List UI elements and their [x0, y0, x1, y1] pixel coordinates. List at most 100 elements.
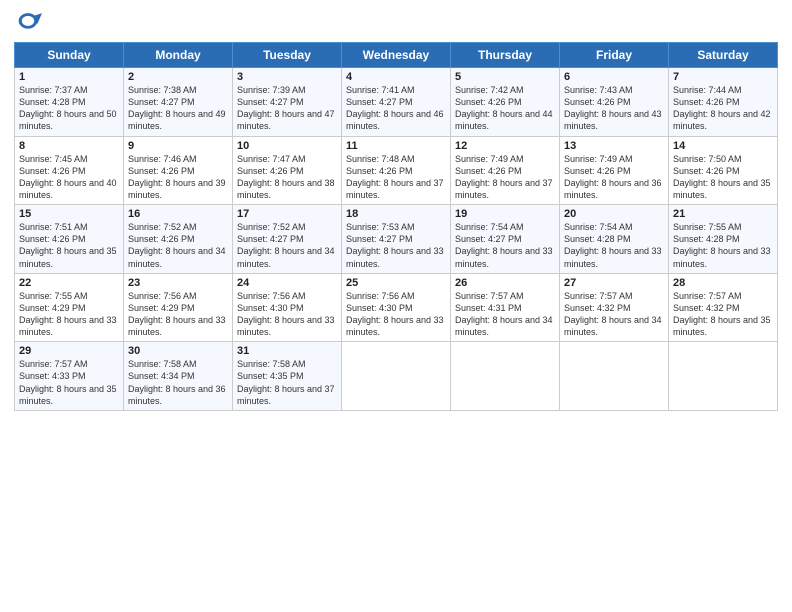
day-info: Sunrise: 7:49 AMSunset: 4:26 PMDaylight:… — [564, 153, 664, 202]
day-number: 16 — [128, 208, 228, 220]
day-cell: 8Sunrise: 7:45 AMSunset: 4:26 PMDaylight… — [15, 136, 124, 205]
column-header-saturday: Saturday — [669, 43, 778, 68]
day-cell: 21Sunrise: 7:55 AMSunset: 4:28 PMDayligh… — [669, 205, 778, 274]
day-number: 10 — [237, 140, 337, 152]
day-info: Sunrise: 7:55 AMSunset: 4:29 PMDaylight:… — [19, 290, 119, 339]
day-number: 13 — [564, 140, 664, 152]
day-cell: 9Sunrise: 7:46 AMSunset: 4:26 PMDaylight… — [124, 136, 233, 205]
day-number: 2 — [128, 71, 228, 83]
day-number: 28 — [673, 277, 773, 289]
day-number: 6 — [564, 71, 664, 83]
day-cell: 14Sunrise: 7:50 AMSunset: 4:26 PMDayligh… — [669, 136, 778, 205]
column-header-wednesday: Wednesday — [342, 43, 451, 68]
day-number: 11 — [346, 140, 446, 152]
day-info: Sunrise: 7:51 AMSunset: 4:26 PMDaylight:… — [19, 221, 119, 270]
day-info: Sunrise: 7:56 AMSunset: 4:29 PMDaylight:… — [128, 290, 228, 339]
calendar-body: 1Sunrise: 7:37 AMSunset: 4:28 PMDaylight… — [15, 68, 778, 411]
day-cell: 2Sunrise: 7:38 AMSunset: 4:27 PMDaylight… — [124, 68, 233, 137]
header — [14, 10, 778, 38]
day-info: Sunrise: 7:45 AMSunset: 4:26 PMDaylight:… — [19, 153, 119, 202]
week-row-1: 1Sunrise: 7:37 AMSunset: 4:28 PMDaylight… — [15, 68, 778, 137]
week-row-2: 8Sunrise: 7:45 AMSunset: 4:26 PMDaylight… — [15, 136, 778, 205]
logo-icon — [14, 10, 42, 38]
day-cell — [451, 342, 560, 411]
day-number: 3 — [237, 71, 337, 83]
day-number: 31 — [237, 345, 337, 357]
column-header-thursday: Thursday — [451, 43, 560, 68]
day-cell — [560, 342, 669, 411]
day-cell: 18Sunrise: 7:53 AMSunset: 4:27 PMDayligh… — [342, 205, 451, 274]
day-info: Sunrise: 7:54 AMSunset: 4:28 PMDaylight:… — [564, 221, 664, 270]
day-info: Sunrise: 7:47 AMSunset: 4:26 PMDaylight:… — [237, 153, 337, 202]
day-cell: 30Sunrise: 7:58 AMSunset: 4:34 PMDayligh… — [124, 342, 233, 411]
day-number: 27 — [564, 277, 664, 289]
header-row: SundayMondayTuesdayWednesdayThursdayFrid… — [15, 43, 778, 68]
day-cell: 11Sunrise: 7:48 AMSunset: 4:26 PMDayligh… — [342, 136, 451, 205]
day-number: 5 — [455, 71, 555, 83]
day-cell: 29Sunrise: 7:57 AMSunset: 4:33 PMDayligh… — [15, 342, 124, 411]
day-cell: 6Sunrise: 7:43 AMSunset: 4:26 PMDaylight… — [560, 68, 669, 137]
day-cell: 15Sunrise: 7:51 AMSunset: 4:26 PMDayligh… — [15, 205, 124, 274]
day-cell: 7Sunrise: 7:44 AMSunset: 4:26 PMDaylight… — [669, 68, 778, 137]
day-number: 1 — [19, 71, 119, 83]
day-cell: 23Sunrise: 7:56 AMSunset: 4:29 PMDayligh… — [124, 273, 233, 342]
day-cell: 16Sunrise: 7:52 AMSunset: 4:26 PMDayligh… — [124, 205, 233, 274]
calendar-table: SundayMondayTuesdayWednesdayThursdayFrid… — [14, 42, 778, 411]
day-info: Sunrise: 7:58 AMSunset: 4:34 PMDaylight:… — [128, 358, 228, 407]
day-cell: 5Sunrise: 7:42 AMSunset: 4:26 PMDaylight… — [451, 68, 560, 137]
week-row-5: 29Sunrise: 7:57 AMSunset: 4:33 PMDayligh… — [15, 342, 778, 411]
day-number: 21 — [673, 208, 773, 220]
day-cell: 3Sunrise: 7:39 AMSunset: 4:27 PMDaylight… — [233, 68, 342, 137]
day-info: Sunrise: 7:53 AMSunset: 4:27 PMDaylight:… — [346, 221, 446, 270]
day-cell: 10Sunrise: 7:47 AMSunset: 4:26 PMDayligh… — [233, 136, 342, 205]
day-info: Sunrise: 7:42 AMSunset: 4:26 PMDaylight:… — [455, 84, 555, 133]
day-info: Sunrise: 7:52 AMSunset: 4:26 PMDaylight:… — [128, 221, 228, 270]
day-number: 8 — [19, 140, 119, 152]
day-cell: 25Sunrise: 7:56 AMSunset: 4:30 PMDayligh… — [342, 273, 451, 342]
day-info: Sunrise: 7:58 AMSunset: 4:35 PMDaylight:… — [237, 358, 337, 407]
day-info: Sunrise: 7:39 AMSunset: 4:27 PMDaylight:… — [237, 84, 337, 133]
column-header-sunday: Sunday — [15, 43, 124, 68]
day-cell: 22Sunrise: 7:55 AMSunset: 4:29 PMDayligh… — [15, 273, 124, 342]
day-number: 23 — [128, 277, 228, 289]
day-info: Sunrise: 7:52 AMSunset: 4:27 PMDaylight:… — [237, 221, 337, 270]
day-number: 25 — [346, 277, 446, 289]
day-number: 19 — [455, 208, 555, 220]
day-cell — [669, 342, 778, 411]
day-info: Sunrise: 7:57 AMSunset: 4:32 PMDaylight:… — [564, 290, 664, 339]
day-info: Sunrise: 7:56 AMSunset: 4:30 PMDaylight:… — [346, 290, 446, 339]
day-cell: 19Sunrise: 7:54 AMSunset: 4:27 PMDayligh… — [451, 205, 560, 274]
day-info: Sunrise: 7:57 AMSunset: 4:33 PMDaylight:… — [19, 358, 119, 407]
day-number: 20 — [564, 208, 664, 220]
day-info: Sunrise: 7:49 AMSunset: 4:26 PMDaylight:… — [455, 153, 555, 202]
day-number: 7 — [673, 71, 773, 83]
day-cell: 4Sunrise: 7:41 AMSunset: 4:27 PMDaylight… — [342, 68, 451, 137]
day-cell: 31Sunrise: 7:58 AMSunset: 4:35 PMDayligh… — [233, 342, 342, 411]
day-cell: 1Sunrise: 7:37 AMSunset: 4:28 PMDaylight… — [15, 68, 124, 137]
day-cell: 26Sunrise: 7:57 AMSunset: 4:31 PMDayligh… — [451, 273, 560, 342]
column-header-friday: Friday — [560, 43, 669, 68]
day-cell: 13Sunrise: 7:49 AMSunset: 4:26 PMDayligh… — [560, 136, 669, 205]
week-row-3: 15Sunrise: 7:51 AMSunset: 4:26 PMDayligh… — [15, 205, 778, 274]
day-info: Sunrise: 7:57 AMSunset: 4:31 PMDaylight:… — [455, 290, 555, 339]
day-number: 30 — [128, 345, 228, 357]
day-info: Sunrise: 7:56 AMSunset: 4:30 PMDaylight:… — [237, 290, 337, 339]
day-cell: 27Sunrise: 7:57 AMSunset: 4:32 PMDayligh… — [560, 273, 669, 342]
day-cell: 28Sunrise: 7:57 AMSunset: 4:32 PMDayligh… — [669, 273, 778, 342]
day-info: Sunrise: 7:44 AMSunset: 4:26 PMDaylight:… — [673, 84, 773, 133]
day-cell: 24Sunrise: 7:56 AMSunset: 4:30 PMDayligh… — [233, 273, 342, 342]
day-cell: 12Sunrise: 7:49 AMSunset: 4:26 PMDayligh… — [451, 136, 560, 205]
day-info: Sunrise: 7:55 AMSunset: 4:28 PMDaylight:… — [673, 221, 773, 270]
day-cell: 17Sunrise: 7:52 AMSunset: 4:27 PMDayligh… — [233, 205, 342, 274]
day-info: Sunrise: 7:37 AMSunset: 4:28 PMDaylight:… — [19, 84, 119, 133]
day-info: Sunrise: 7:43 AMSunset: 4:26 PMDaylight:… — [564, 84, 664, 133]
page-container: SundayMondayTuesdayWednesdayThursdayFrid… — [0, 0, 792, 419]
day-info: Sunrise: 7:57 AMSunset: 4:32 PMDaylight:… — [673, 290, 773, 339]
day-number: 9 — [128, 140, 228, 152]
day-number: 17 — [237, 208, 337, 220]
day-info: Sunrise: 7:38 AMSunset: 4:27 PMDaylight:… — [128, 84, 228, 133]
day-number: 26 — [455, 277, 555, 289]
day-number: 15 — [19, 208, 119, 220]
day-cell — [342, 342, 451, 411]
day-number: 14 — [673, 140, 773, 152]
